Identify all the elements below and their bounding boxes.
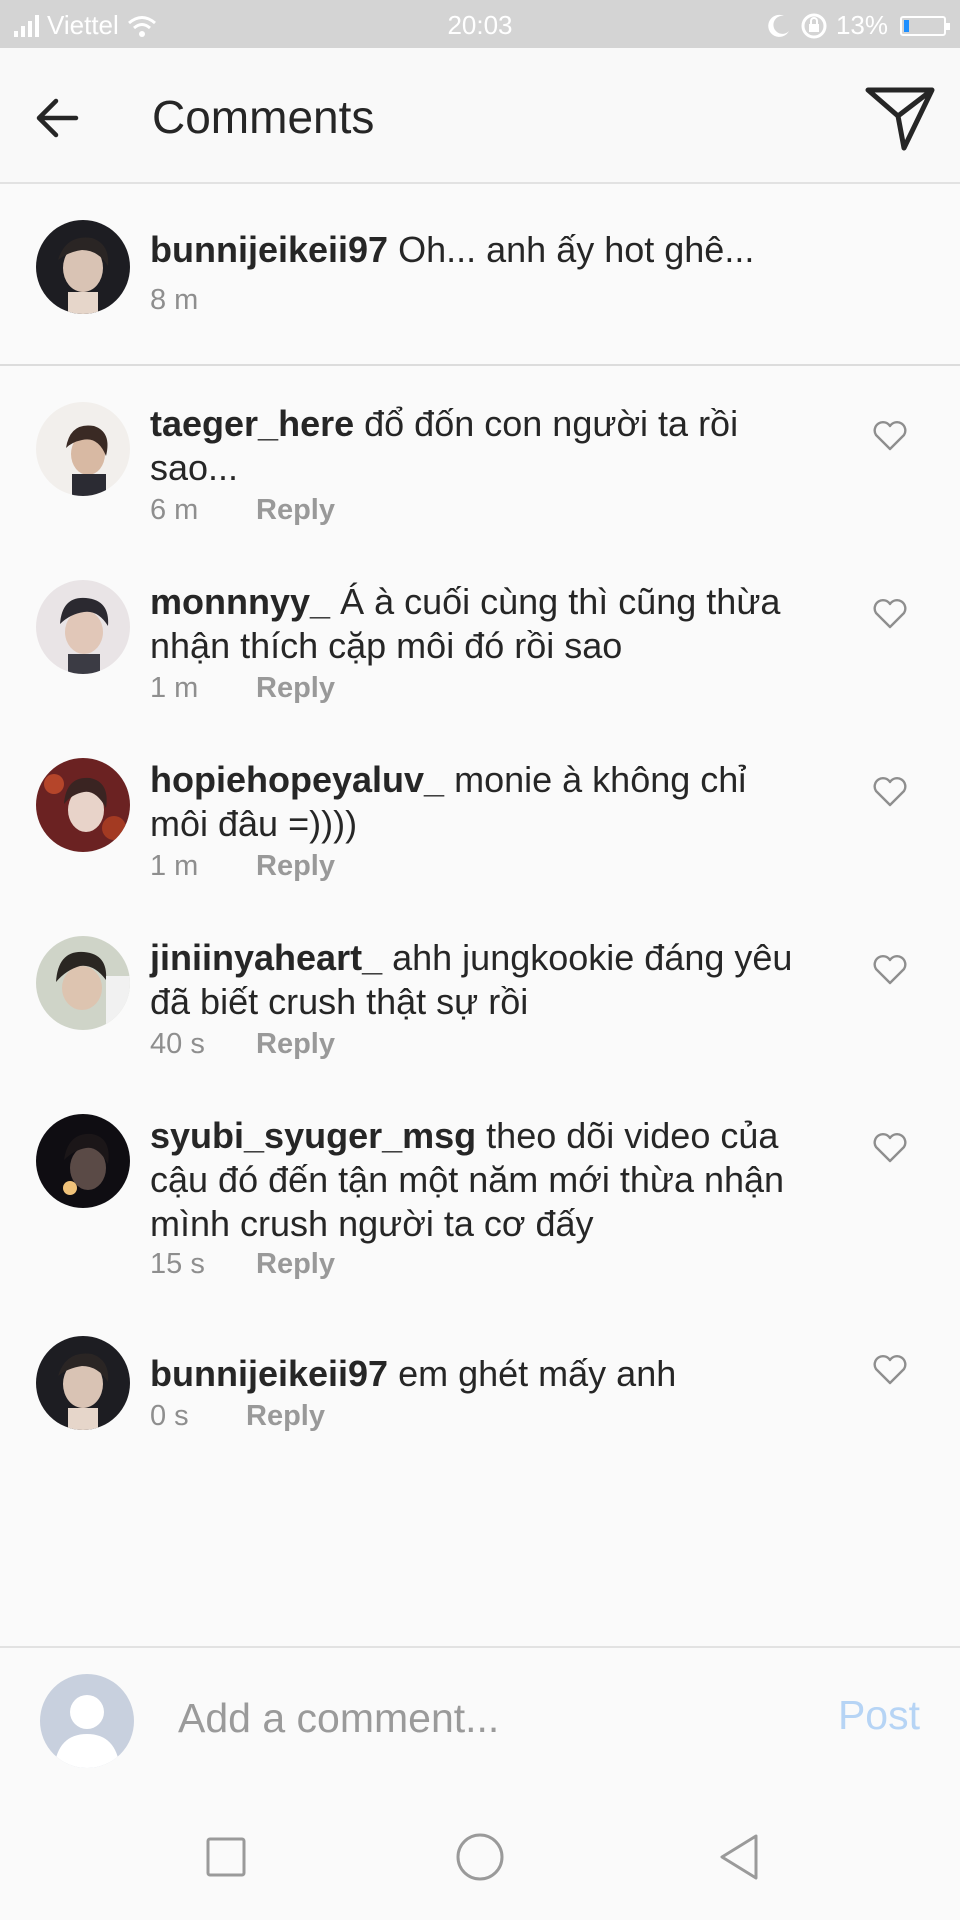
heart-icon[interactable] [872, 776, 908, 808]
username[interactable]: monnnyy_ [150, 581, 330, 622]
avatar[interactable] [36, 402, 130, 496]
avatar[interactable] [36, 220, 130, 314]
caption-time: 8 m [150, 284, 199, 316]
heart-icon[interactable] [872, 598, 908, 630]
comment-time: 15 s [150, 1248, 205, 1280]
reply-button[interactable]: Reply [246, 1400, 325, 1432]
avatar[interactable] [36, 1336, 130, 1430]
heart-icon[interactable] [872, 1354, 908, 1386]
avatar[interactable] [36, 758, 130, 852]
avatar[interactable] [36, 1114, 130, 1208]
battery-icon [900, 15, 950, 36]
lock-rotation-icon [801, 13, 827, 38]
heart-icon[interactable] [872, 1132, 908, 1164]
reply-button[interactable]: Reply [256, 1028, 335, 1060]
comment-time: 0 s [150, 1400, 189, 1432]
caption: bunnijeikeii97 Oh... anh ấy hot ghê... 8… [0, 184, 960, 366]
moon-icon [768, 14, 789, 37]
reply-button[interactable]: Reply [256, 672, 335, 704]
comment-time: 1 m [150, 672, 199, 704]
reply-button[interactable]: Reply [256, 850, 335, 882]
comment-composer: Post [0, 1646, 960, 1794]
avatar [40, 1674, 134, 1768]
arrow-left-icon[interactable] [28, 88, 88, 148]
square-icon[interactable] [196, 1828, 256, 1888]
username[interactable]: syubi_syuger_msg [150, 1115, 476, 1156]
home-circle-icon[interactable] [450, 1828, 510, 1888]
avatar[interactable] [36, 580, 130, 674]
paper-plane-icon[interactable] [862, 82, 938, 154]
post-button[interactable]: Post [838, 1692, 920, 1739]
comment-time: 1 m [150, 850, 199, 882]
reply-button[interactable]: Reply [256, 494, 335, 526]
caption-text: bunnijeikeii97 Oh... anh ấy hot ghê... [150, 229, 755, 270]
username[interactable]: jiniinyaheart_ [150, 937, 382, 978]
page-title: Comments [152, 91, 375, 143]
status-bar: Viettel 20:03 13% [0, 0, 960, 48]
username[interactable]: bunnijeikeii97 [150, 1353, 388, 1394]
back-triangle-icon[interactable] [708, 1828, 768, 1888]
username[interactable]: hopiehopeyaluv_ [150, 759, 444, 800]
reply-button[interactable]: Reply [256, 1248, 335, 1280]
comment-time: 6 m [150, 494, 199, 526]
heart-icon[interactable] [872, 420, 908, 452]
header: Comments [0, 48, 960, 184]
navigation-bar [0, 1794, 960, 1920]
username[interactable]: bunnijeikeii97 [150, 229, 388, 270]
avatar[interactable] [36, 936, 130, 1030]
username[interactable]: taeger_here [150, 403, 354, 444]
comment-time: 40 s [150, 1028, 205, 1060]
comment-input[interactable] [178, 1688, 778, 1748]
heart-icon[interactable] [872, 954, 908, 986]
comment-text: em ghét mấy anh [398, 1353, 677, 1394]
battery-percent: 13% [835, 10, 888, 40]
